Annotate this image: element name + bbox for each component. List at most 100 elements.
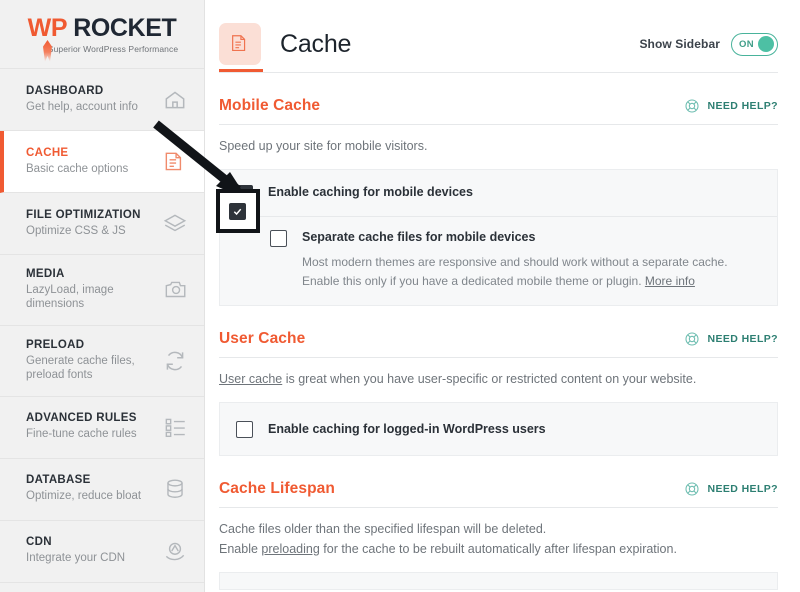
section-title: Cache Lifespan [219,480,335,498]
refresh-icon [162,348,188,374]
brand-wp-text: WP [27,14,67,42]
need-help-label: NEED HELP? [707,483,778,496]
need-help-label: NEED HELP? [707,100,778,112]
brand-logo: WP ROCKET Superior WordPress Performance [0,0,204,68]
show-sidebar-label: Show Sidebar [639,37,720,51]
section-title: User Cache [219,330,306,347]
sidebar-item-text: MEDIA LazyLoad, image dimensions [26,268,146,312]
enable-mobile-caching-checkbox[interactable] [236,185,253,203]
home-icon [162,87,188,113]
image-icon [162,277,188,303]
sidebar-item-subtitle: Optimize CSS & JS [26,224,126,237]
lifebuoy-icon [684,331,700,347]
sidebar-item-title: CDN [26,536,52,549]
document-icon [162,149,188,175]
lifebuoy-icon [684,481,700,497]
lifespan-description-line1: Cache files older than the specified lif… [219,522,547,537]
sidebar-item-dashboard[interactable]: DASHBOARD Get help, account info [0,69,204,131]
section-description: User cache is great when you have user-s… [219,370,778,389]
line2-suffix: for the cache to be rebuilt automaticall… [319,541,677,556]
sidebar-item-text: CDN Integrate your CDN [26,536,125,565]
page-header: Cache Show Sidebar ON [205,0,800,72]
option-enable-mobile-caching[interactable]: Enable caching for mobile devices [220,170,777,216]
show-sidebar-toggle[interactable]: ON [731,32,778,56]
separate-mobile-cache-checkbox[interactable] [270,230,287,248]
section-header: User Cache NEED HELP? [219,330,778,348]
option-body: Separate cache files for mobile devices … [302,229,761,291]
lifespan-description-line2: Enable preloading for the cache to be re… [219,540,778,559]
sidebar-item-text: PRELOAD Generate cache files, preload fo… [26,339,146,383]
sidebar-item-subtitle: Fine-tune cache rules [26,428,137,441]
section-cache-lifespan: Cache Lifespan NEED HELP? Cache files ol… [219,480,778,591]
active-tab-underline [219,69,263,72]
sidebar-item-text: CACHE Basic cache options [26,147,128,176]
option-description: Most modern themes are responsive and sh… [302,253,761,291]
option-label: Enable caching for mobile devices [268,185,473,200]
need-help-button[interactable]: NEED HELP? [684,331,778,347]
line2-prefix: Enable [219,541,262,556]
layers-icon [162,211,188,237]
sidebar-nav: DASHBOARD Get help, account info CACHE B… [0,68,204,583]
more-info-link[interactable]: More info [645,274,695,288]
option-body: Enable caching for logged-in WordPress u… [268,421,546,437]
sidebar-item-subtitle: Generate cache files, preload fonts [26,354,135,382]
list-icon [162,414,188,440]
sidebar-item-cdn[interactable]: CDN Integrate your CDN [0,521,204,583]
section-header: Mobile Cache NEED HELP? [219,97,778,115]
cache-lifespan-panel [219,572,778,591]
settings-content: Mobile Cache NEED HELP? Speed up your si… [205,97,800,591]
need-help-button[interactable]: NEED HELP? [684,98,778,114]
brand-wordmark: WP ROCKET [0,16,204,41]
brand-rocket-text: ROCKET [73,14,177,42]
section-mobile-cache: Mobile Cache NEED HELP? Speed up your si… [219,97,778,306]
sidebar-item-title: DASHBOARD [26,84,104,97]
preloading-link[interactable]: preloading [261,542,319,556]
sidebar-item-title: ADVANCED RULES [26,412,137,425]
header-actions: Show Sidebar ON [639,32,778,56]
toggle-state-label: ON [739,38,754,50]
sidebar-item-title: MEDIA [26,268,65,280]
user-cache-link[interactable]: User cache [219,372,282,386]
option-separate-mobile-cache[interactable]: Separate cache files for mobile devices … [220,216,777,305]
document-icon [219,23,261,65]
section-user-cache: User Cache NEED HELP? User cache is grea… [219,330,778,457]
sidebar-item-text: DASHBOARD Get help, account info [26,85,138,114]
wp-rocket-settings-page: WP ROCKET Superior WordPress Performance… [0,0,800,592]
cdn-icon [162,538,188,564]
section-header: Cache Lifespan NEED HELP? [219,480,778,498]
need-help-label: NEED HELP? [707,333,778,345]
sidebar-item-file-optimization[interactable]: FILE OPTIMIZATION Optimize CSS & JS [0,193,204,255]
sidebar-item-subtitle: Optimize, reduce bloat [26,490,142,503]
sidebar-item-database[interactable]: DATABASE Optimize, reduce bloat [0,459,204,521]
mobile-cache-panel: Enable caching for mobile devices Separa… [219,169,778,306]
section-title: Mobile Cache [219,97,321,114]
toggle-knob [758,36,774,52]
lifebuoy-icon [684,98,700,114]
database-icon [162,476,188,502]
sidebar-item-title: CACHE [26,146,69,159]
section-divider [219,357,778,358]
sidebar-item-advanced-rules[interactable]: ADVANCED RULES Fine-tune cache rules [0,397,204,459]
section-description: Speed up your site for mobile visitors. [219,139,428,153]
section-divider [219,507,778,509]
sidebar-item-media[interactable]: MEDIA LazyLoad, image dimensions [0,255,204,326]
user-cache-panel: Enable caching for logged-in WordPress u… [219,402,778,457]
option-body: Enable caching for mobile devices [268,184,473,200]
sidebar-item-title: PRELOAD [26,338,85,351]
sidebar-item-cache[interactable]: CACHE Basic cache options [0,131,204,193]
option-enable-logged-in-caching[interactable]: Enable caching for logged-in WordPress u… [220,403,777,455]
sidebar-item-preload[interactable]: PRELOAD Generate cache files, preload fo… [0,326,204,397]
main-content: Cache Show Sidebar ON Mobile Cache NEED … [205,0,800,592]
sidebar-item-subtitle: Integrate your CDN [26,552,126,565]
section-description-text: is great when you have user-specific or … [282,372,697,386]
header-divider [219,72,778,73]
section-divider [219,124,778,125]
option-label: Enable caching for logged-in WordPress u… [268,422,546,437]
enable-logged-in-caching-checkbox[interactable] [236,421,253,439]
sidebar: WP ROCKET Superior WordPress Performance… [0,0,205,592]
sidebar-item-title: DATABASE [26,474,91,487]
brand-tagline: Superior WordPress Performance [47,44,179,54]
sidebar-item-title: FILE OPTIMIZATION [26,208,141,221]
sidebar-item-text: DATABASE Optimize, reduce bloat [26,474,141,503]
need-help-button[interactable]: NEED HELP? [684,481,778,497]
